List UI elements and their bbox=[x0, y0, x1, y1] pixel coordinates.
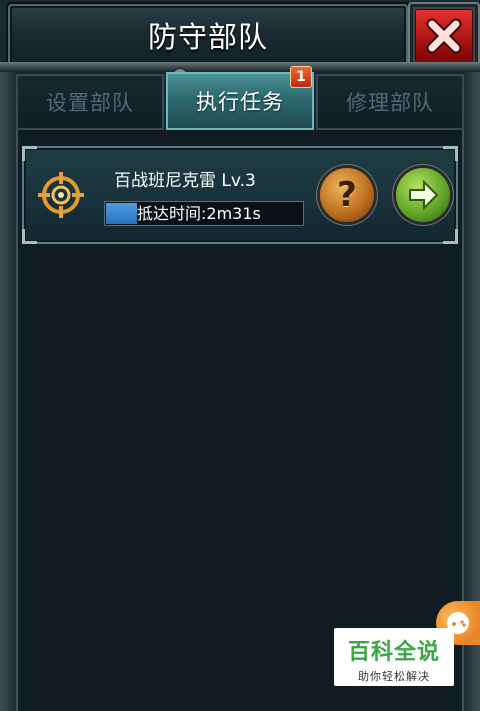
game-window: 防守部队 设置部队 执行任务 修理部队 1 百战班尼克雷 Lv.3 抵达时间:2… bbox=[0, 0, 480, 711]
troop-mission-card: 百战班尼克雷 Lv.3 抵达时间:2m31s ? bbox=[22, 146, 458, 244]
tab-label: 执行任务 bbox=[196, 90, 284, 114]
card-corner-decoration bbox=[22, 229, 37, 244]
tab-label: 设置部队 bbox=[46, 91, 134, 115]
go-button[interactable] bbox=[396, 168, 450, 222]
tab-repair-troops[interactable]: 修理部队 bbox=[316, 74, 464, 130]
notification-badge: 1 bbox=[290, 66, 312, 88]
card-corner-decoration bbox=[22, 146, 37, 161]
watermark-title: 百科全说 bbox=[347, 640, 440, 665]
window-title: 防守部队 bbox=[147, 20, 268, 54]
tab-bar: 设置部队 执行任务 修理部队 bbox=[16, 72, 464, 130]
tab-setup-troops[interactable]: 设置部队 bbox=[16, 74, 164, 130]
arrival-time-text: 抵达时间:2m31s bbox=[137, 204, 261, 223]
close-button[interactable] bbox=[408, 2, 480, 70]
troop-name: 百战班尼克雷 Lv.3 bbox=[114, 171, 256, 191]
question-mark-icon: ? bbox=[337, 175, 357, 215]
title-bar: 防守部队 bbox=[8, 4, 408, 66]
watermark-subtitle: 助你轻松解决 bbox=[358, 670, 430, 683]
arrival-progress-bar: 抵达时间:2m31s bbox=[104, 201, 304, 226]
help-button[interactable]: ? bbox=[320, 168, 374, 222]
progress-fill bbox=[106, 203, 137, 224]
title-divider-rail bbox=[0, 62, 480, 72]
arrow-right-icon bbox=[409, 179, 439, 211]
close-icon bbox=[415, 9, 473, 63]
target-crosshair-icon bbox=[38, 172, 84, 218]
left-frame-border bbox=[0, 72, 16, 711]
tab-label: 修理部队 bbox=[346, 91, 434, 115]
card-corner-decoration bbox=[443, 146, 458, 161]
card-corner-decoration bbox=[443, 229, 458, 244]
watermark-logo: 百科全说 助你轻松解决 bbox=[334, 628, 454, 686]
